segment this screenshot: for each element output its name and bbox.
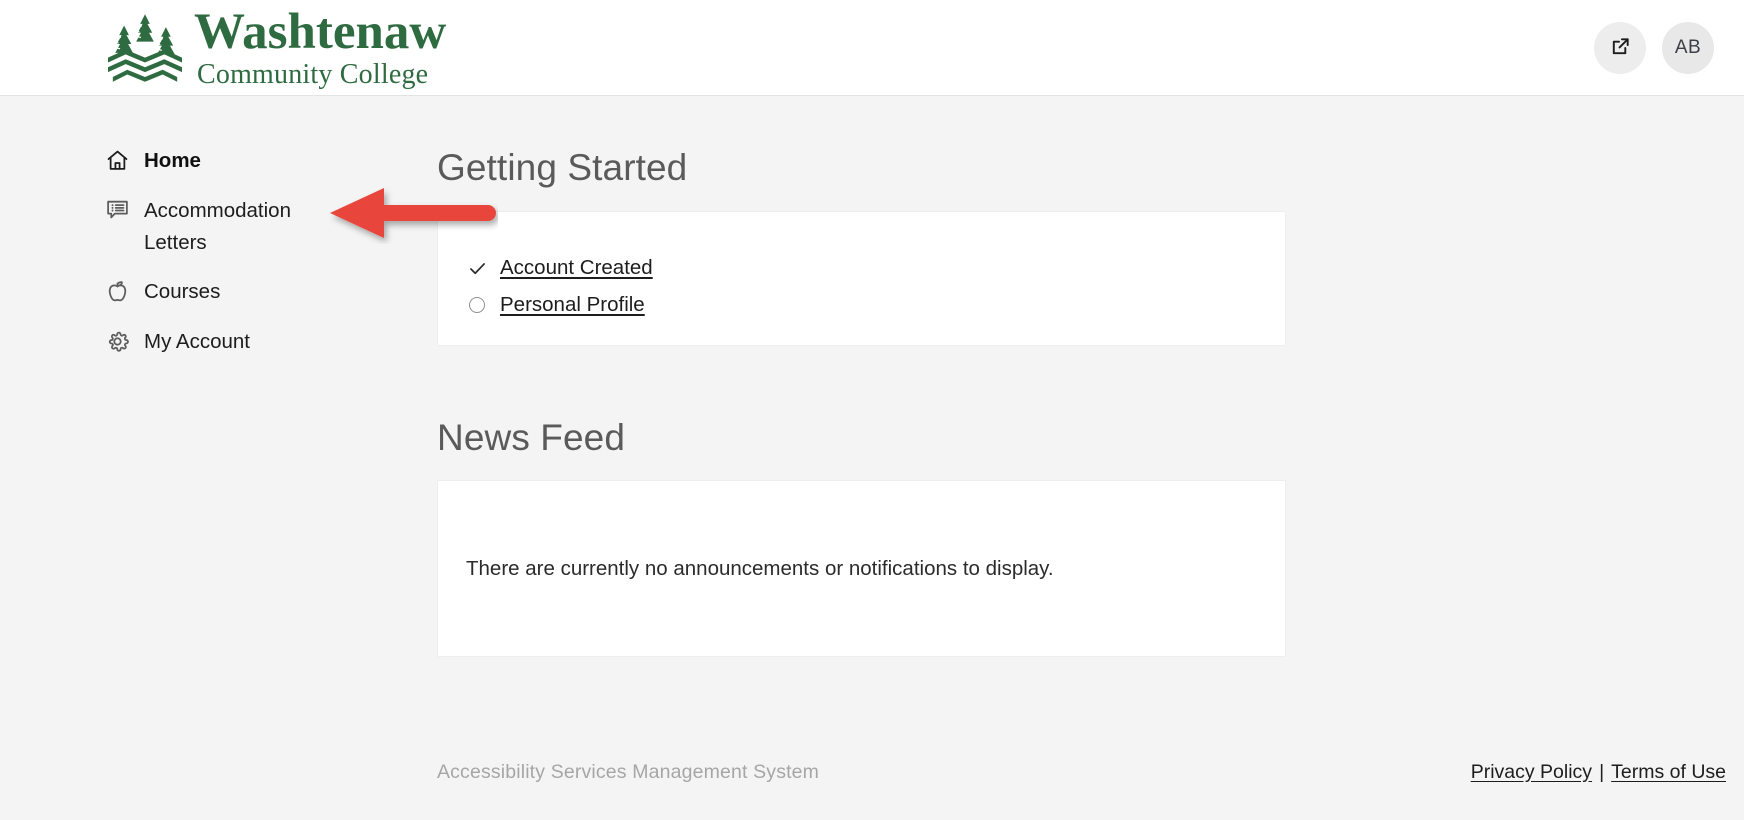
washtenaw-tree-logo-icon [104,11,186,85]
apple-icon [104,278,130,304]
privacy-policy-link[interactable]: Privacy Policy [1471,761,1592,784]
site-footer: Accessibility Services Management System… [0,752,1744,792]
external-link-icon [1609,35,1632,61]
sidebar-item-label: My Account [144,330,250,354]
checklist-link-personal-profile[interactable]: Personal Profile [500,293,645,317]
news-feed-card: There are currently no announcements or … [437,480,1286,658]
brand-line-secondary: Community College [197,58,429,90]
checklist-item-account-created: Account Created [466,250,1285,287]
getting-started-title: Getting Started [437,147,688,188]
message-list-icon [104,197,130,223]
avatar-initials: AB [1674,36,1702,58]
checklist-link-account-created[interactable]: Account Created [500,256,653,280]
footer-separator: | [1599,760,1605,783]
header-actions: AB [1594,21,1714,74]
terms-of-use-link[interactable]: Terms of Use [1611,761,1726,784]
brand-line-primary: Washtenaw [194,3,447,60]
getting-started-card: Account Created Personal Profile [437,210,1286,346]
sidebar-item-accommodation-letters[interactable]: Accommodation Letters [104,186,334,268]
site-logo[interactable]: Washtenaw Community College [104,3,447,90]
sidebar: Home Accommodation Letters Courses My Ac… [104,136,404,367]
footer-links: Privacy Policy | Terms of Use [1471,761,1726,784]
page-body: Home Accommodation Letters Courses My Ac… [0,96,1744,820]
checklist-item-personal-profile: Personal Profile [466,287,1285,324]
sidebar-item-label: Accommodation Letters [144,198,291,254]
sidebar-item-label: Courses [144,280,221,304]
footer-system-name: Accessibility Services Management System [437,760,820,783]
sidebar-item-home[interactable]: Home [104,136,334,186]
site-header: Washtenaw Community College AB [0,0,1744,96]
news-feed-empty-message: There are currently no announcements or … [466,556,1054,580]
gear-icon [104,328,130,354]
empty-circle-icon [466,294,488,316]
brand-wordmark: Washtenaw Community College [194,3,447,90]
main-content: Getting Started Account Created Personal… [437,96,1287,658]
check-icon [466,257,488,279]
getting-started-checklist: Account Created Personal Profile [466,250,1285,324]
sidebar-item-label: Home [144,149,201,172]
sidebar-item-my-account[interactable]: My Account [104,317,334,367]
sidebar-item-courses[interactable]: Courses [104,267,334,317]
home-icon [104,147,130,173]
external-link-button[interactable] [1594,21,1646,74]
avatar[interactable]: AB [1662,21,1714,74]
news-feed-title: News Feed [437,416,626,458]
